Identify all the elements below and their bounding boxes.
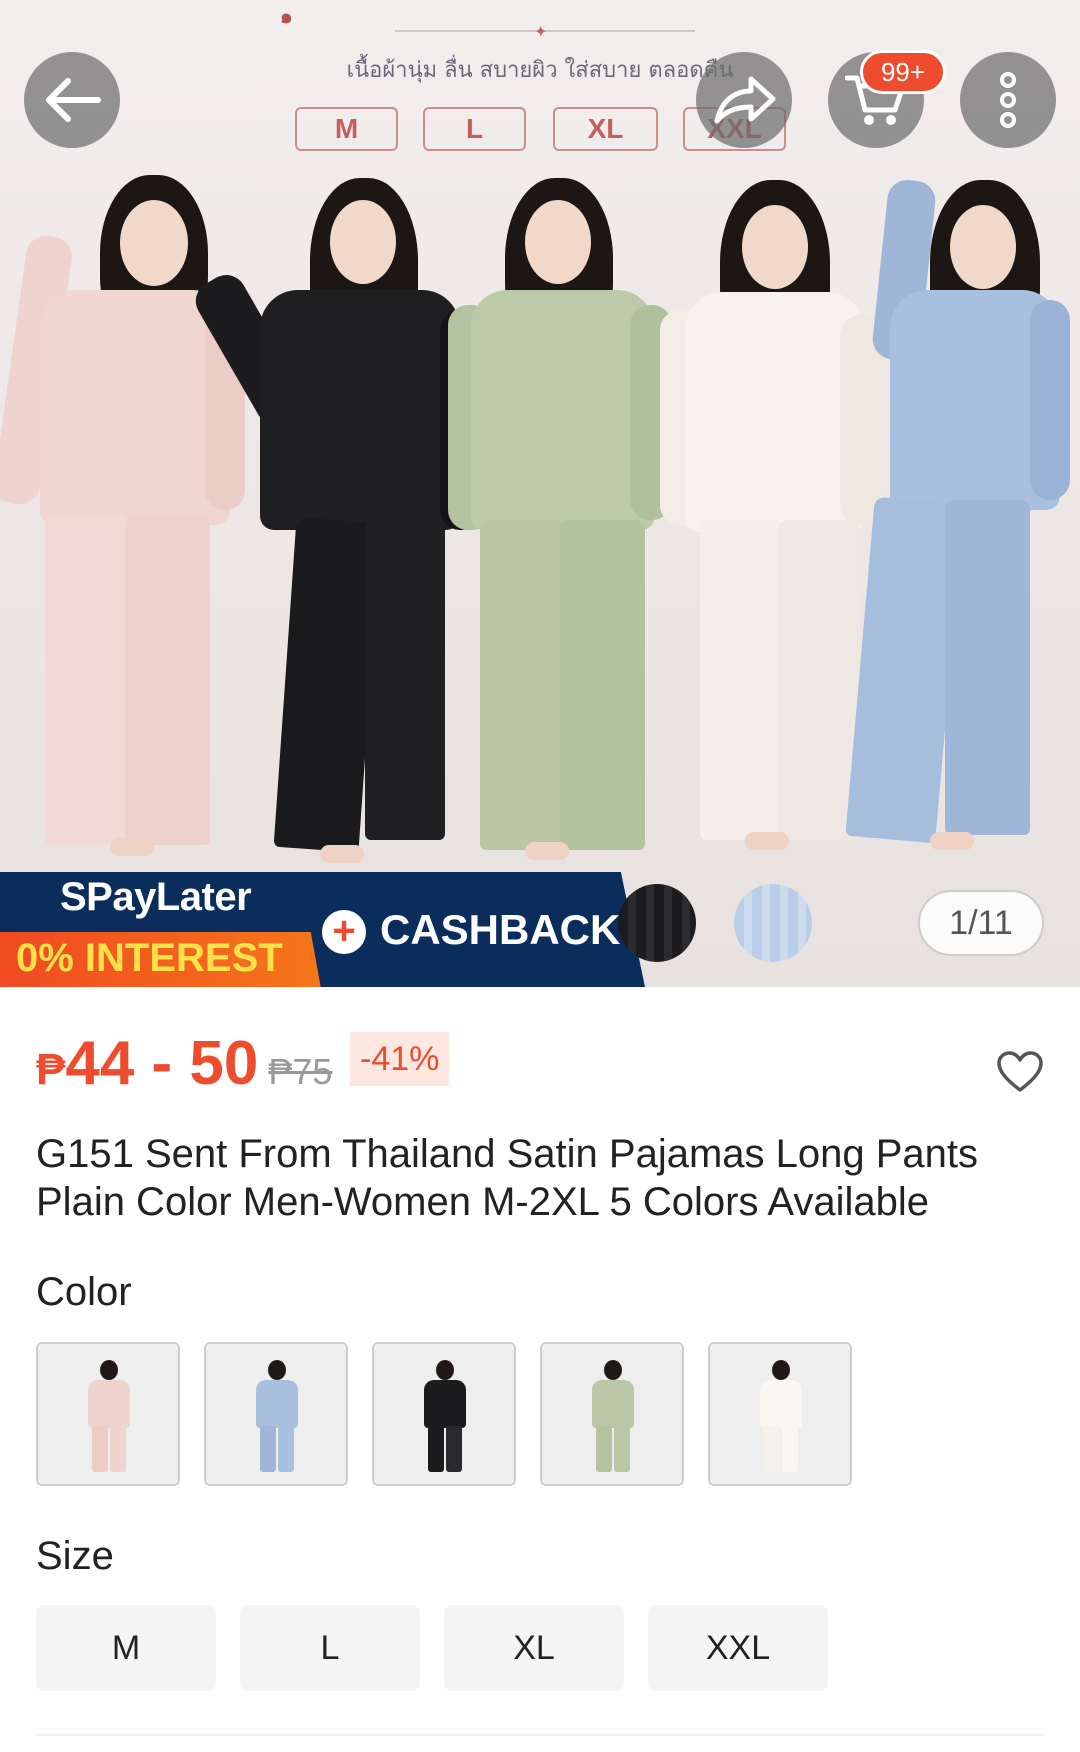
hero-divider-star: ✦ [534,24,548,41]
cashback-label: CASHBACK [380,906,621,953]
product-image-carousel[interactable]: ๑ ✦ เนื้อผ้านุ่ม ลื่น สบายผิว ใส่สบาย ตล… [0,0,1080,987]
size-option-m[interactable]: M [36,1605,216,1691]
color-option-blue[interactable] [204,1342,348,1486]
color-option-pink[interactable] [36,1342,180,1486]
color-option-white[interactable] [708,1342,852,1486]
price-range: 44 - 50 [65,1029,259,1098]
more-options-button[interactable] [960,52,1056,148]
share-button[interactable] [696,52,792,148]
product-title: G151 Sent From Thailand Satin Pajamas Lo… [36,1132,979,1224]
image-counter: 1/11 [918,890,1044,956]
share-icon [714,76,776,124]
hero-size-chip-l: L [423,107,526,151]
heart-icon [997,1051,1043,1092]
hero-size-chip-m: M [295,107,398,151]
favorite-button[interactable] [996,1050,1044,1094]
spaylater-label: SPayLater [60,875,252,919]
discount-badge: -41% [350,1032,450,1086]
divider [36,1734,1044,1736]
currency-symbol: ₱ [36,1045,66,1094]
image-swatch-blue[interactable] [734,884,812,962]
size-option-l[interactable]: L [240,1605,420,1691]
cart-count-badge: 99+ [860,50,946,94]
interest-label: 0% INTEREST [16,936,283,980]
color-section-label: Color [36,1270,132,1314]
size-option-xl[interactable]: XL [444,1605,624,1691]
original-price: ₱75 [268,1051,333,1092]
size-section-label: Size [36,1534,114,1578]
back-arrow-icon [46,78,101,122]
price: ₱44 - 50 [36,1028,258,1099]
color-option-green[interactable] [540,1342,684,1486]
hero-size-chip-xl: XL [553,107,658,151]
color-option-black[interactable] [372,1342,516,1486]
hero-deco-text: ๑ [280,6,293,28]
image-swatch-black[interactable] [618,884,696,962]
more-vertical-icon [1000,72,1016,128]
size-option-xxl[interactable]: XXL [648,1605,828,1691]
price-row: ₱44 - 50 ₱75 [36,1028,332,1098]
back-button[interactable] [24,52,120,148]
cashback-plus-icon: + [322,910,366,954]
